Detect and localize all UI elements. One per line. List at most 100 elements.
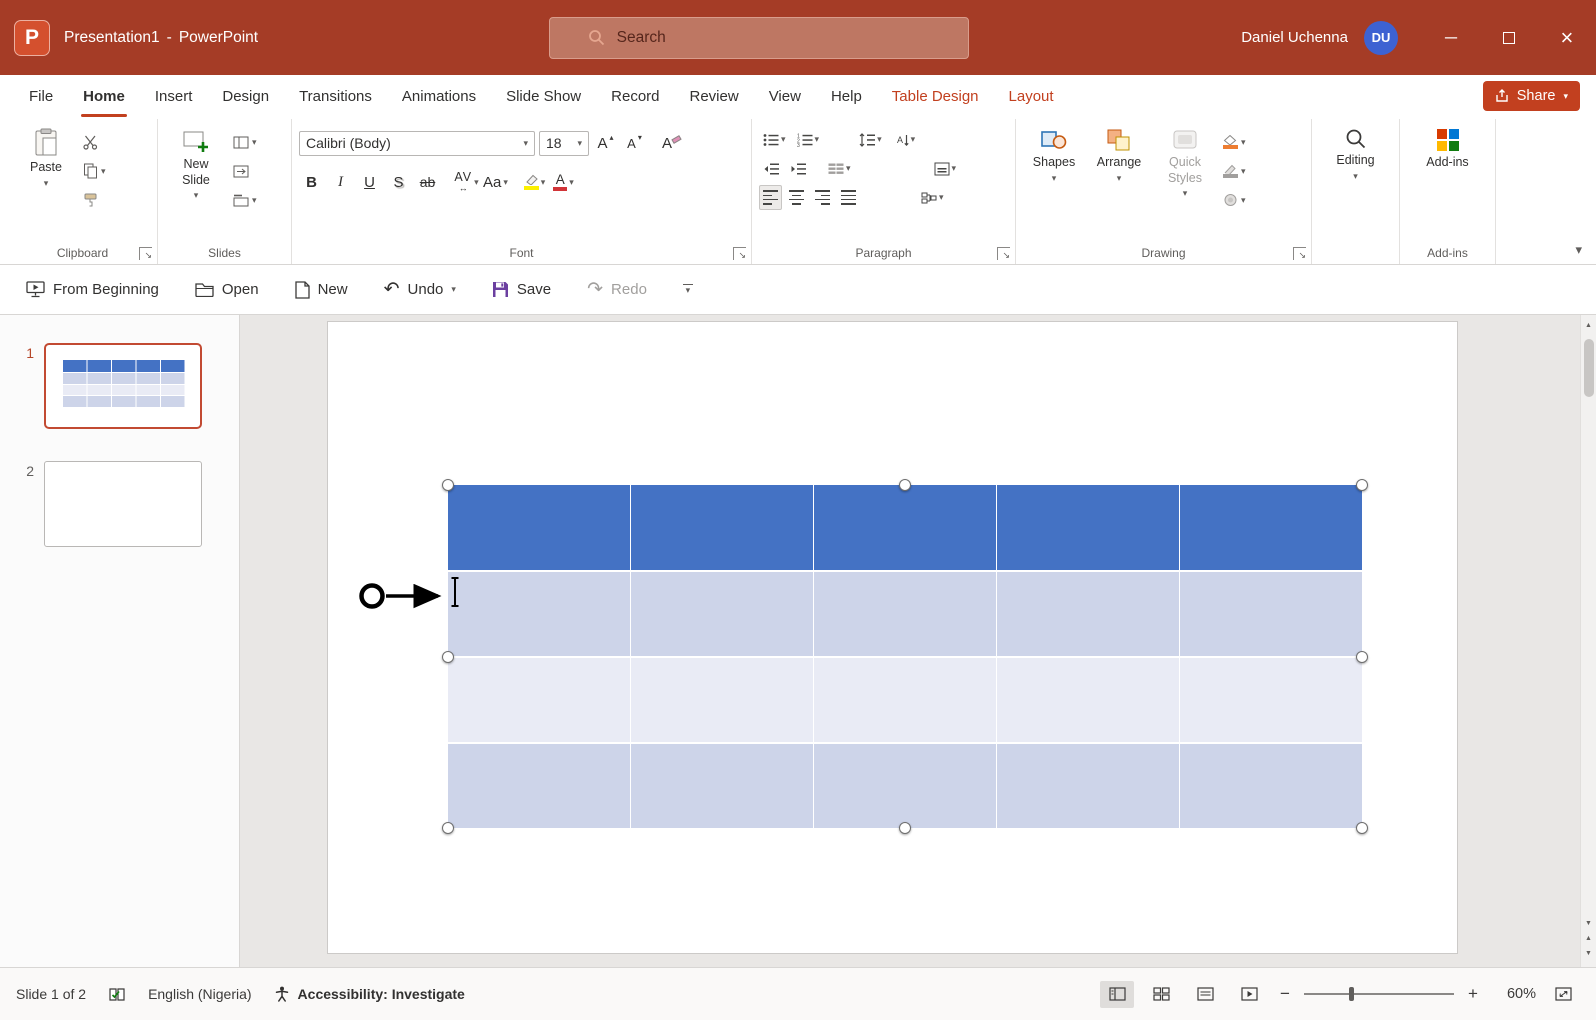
table-cell[interactable] [1180,658,1362,742]
table-cell[interactable] [631,744,814,828]
tab-design[interactable]: Design [207,75,284,117]
tab-record[interactable]: Record [596,75,674,117]
from-beginning-button[interactable]: From Beginning [26,281,159,298]
tab-animations[interactable]: Animations [387,75,491,117]
editing-button[interactable]: Editing ▾ [1325,121,1387,181]
resize-handle-top-left[interactable] [442,479,454,491]
shape-fill-button[interactable]: ▾ [1220,130,1249,154]
resize-handle-bottom-right[interactable] [1356,822,1368,834]
minimize-button[interactable]: ─ [1422,0,1480,75]
text-direction-button[interactable]: A ▾ [889,127,920,152]
fit-to-window-button[interactable] [1546,981,1580,1008]
search-box[interactable]: Search [549,17,969,59]
addins-button[interactable]: Add-ins [1417,121,1479,171]
align-center-button[interactable] [785,185,808,210]
zoom-level[interactable]: 60% [1492,986,1536,1002]
table-cell[interactable] [997,658,1180,742]
next-slide-button[interactable]: ▼ [1585,946,1592,961]
tab-layout[interactable]: Layout [994,75,1069,117]
save-button[interactable]: Save [492,281,551,298]
strikethrough-button[interactable]: ab [415,169,440,195]
convert-smartart-button[interactable]: ▾ [917,185,948,210]
table-cell[interactable] [448,658,631,742]
collapse-ribbon-button[interactable]: ▾ [1575,243,1582,256]
spell-check-button[interactable] [108,987,126,1002]
shapes-button[interactable]: Shapes ▾ [1023,121,1085,183]
normal-view-button[interactable] [1100,981,1134,1008]
resize-handle-top-center[interactable] [899,479,911,491]
tab-table-design[interactable]: Table Design [877,75,994,117]
format-painter-button[interactable] [80,188,109,212]
zoom-slider-track[interactable] [1304,993,1454,995]
clipboard-dialog-launcher[interactable]: ↘ [139,247,152,260]
slide-sorter-view-button[interactable] [1144,981,1178,1008]
avatar[interactable]: DU [1364,21,1398,55]
scrollbar-thumb[interactable] [1584,339,1594,397]
slide-2-thumbnail[interactable] [44,461,202,547]
slide-show-button[interactable] [1232,981,1266,1008]
text-highlight-button[interactable]: ▾ [522,169,547,195]
resize-handle-middle-right[interactable] [1356,651,1368,663]
font-dialog-launcher[interactable]: ↘ [733,247,746,260]
clear-formatting-button[interactable]: A [659,130,684,156]
powerpoint-logo-icon[interactable]: P [14,20,50,56]
underline-button[interactable]: U [357,169,382,195]
toolbar-overflow-button[interactable]: ▾ [683,284,693,296]
justify-button[interactable] [837,185,860,210]
table-cell[interactable] [814,572,997,656]
tab-view[interactable]: View [754,75,816,117]
arrange-button[interactable]: Arrange ▾ [1088,121,1150,183]
zoom-slider[interactable] [1304,987,1454,1001]
font-name-combo[interactable]: Calibri (Body) ▾ [299,131,535,156]
increase-font-size-button[interactable]: A▴ [593,130,618,156]
tab-slide-show[interactable]: Slide Show [491,75,596,117]
redo-button[interactable]: ↷ Redo [587,280,647,299]
font-color-button[interactable]: A ▾ [551,169,576,195]
table-cell[interactable] [814,485,997,570]
reset-slide-button[interactable] [230,159,260,183]
table-cell[interactable] [1180,485,1362,570]
user-name[interactable]: Daniel Uchenna [1241,29,1348,46]
table-cell[interactable] [814,744,997,828]
zoom-out-button[interactable]: − [1276,984,1294,1004]
section-button[interactable]: ▾ [230,188,260,212]
align-right-button[interactable] [811,185,834,210]
zoom-in-button[interactable]: + [1464,984,1482,1004]
undo-button[interactable]: ↶ Undo ▾ [384,280,456,299]
line-spacing-button[interactable]: ▾ [855,127,886,152]
language-selector[interactable]: English (Nigeria) [148,986,251,1002]
paste-button[interactable]: Paste ▾ [15,121,77,188]
resize-handle-bottom-left[interactable] [442,822,454,834]
new-button[interactable]: New [295,281,348,299]
text-shadow-button[interactable]: S [386,169,411,195]
table-cell[interactable] [814,658,997,742]
slide-1-thumbnail[interactable] [44,343,202,429]
tab-file[interactable]: File [14,75,68,117]
shape-effects-button[interactable]: ▾ [1220,188,1249,212]
align-left-button[interactable] [759,185,782,210]
shape-outline-button[interactable]: ▾ [1220,159,1249,183]
character-spacing-button[interactable]: AV↔ ▾ [454,169,479,195]
slide-canvas[interactable] [328,322,1457,953]
close-button[interactable]: × [1538,0,1596,75]
paragraph-dialog-launcher[interactable]: ↘ [997,247,1010,260]
zoom-slider-knob[interactable] [1349,987,1354,1001]
change-case-button[interactable]: Aa ▾ [483,169,508,195]
italic-button[interactable]: I [328,169,353,195]
table-cell[interactable] [631,658,814,742]
resize-handle-middle-left[interactable] [442,651,454,663]
accessibility-status[interactable]: Accessibility: Investigate [274,986,465,1002]
share-button[interactable]: Share ▾ [1483,81,1580,111]
table-cell[interactable] [448,744,631,828]
table-cell[interactable] [1180,744,1362,828]
tab-help[interactable]: Help [816,75,877,117]
quick-styles-button[interactable]: Quick Styles ▾ [1153,121,1217,198]
align-text-button[interactable]: ▾ [930,156,961,181]
font-size-combo[interactable]: 18 ▾ [539,131,589,156]
table-cell[interactable] [997,485,1180,570]
vertical-scrollbar[interactable]: ▲ ▼ ▲ ▼ [1580,315,1596,967]
resize-handle-top-right[interactable] [1356,479,1368,491]
open-button[interactable]: Open [195,281,259,298]
table-cell[interactable] [448,572,631,656]
reading-view-button[interactable] [1188,981,1222,1008]
